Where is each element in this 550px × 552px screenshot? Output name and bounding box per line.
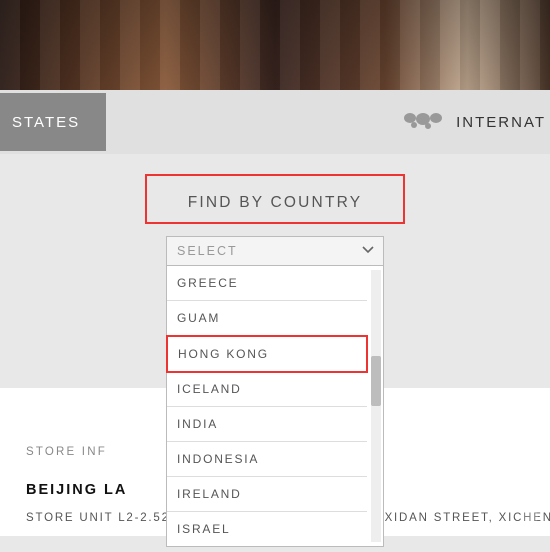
option-label: ICELAND [177, 382, 242, 396]
tab-states[interactable]: STATES [0, 93, 106, 151]
option-label: IRELAND [177, 487, 242, 501]
country-option[interactable]: ICELAND [167, 372, 367, 407]
tab-bar: STATES INTERNAT [0, 90, 550, 154]
watermark [520, 508, 542, 526]
weibo-icon [520, 508, 538, 526]
world-map-icon [400, 108, 446, 136]
country-option-hongkong[interactable]: HONG KONG [166, 335, 368, 373]
option-label: INDIA [177, 417, 218, 431]
country-select[interactable]: SELECT [166, 236, 384, 266]
option-label: GREECE [177, 276, 238, 290]
tab-states-label: STATES [12, 114, 80, 131]
country-option[interactable]: ISRAEL [167, 512, 367, 546]
find-by-country-heading-box: FIND BY COUNTRY [145, 174, 405, 224]
country-option[interactable]: INDIA [167, 407, 367, 442]
find-by-country-heading: FIND BY COUNTRY [155, 194, 395, 212]
hero-image [0, 0, 550, 90]
dropdown-scrollbar[interactable] [371, 270, 381, 542]
tab-international-label: INTERNAT [456, 114, 546, 131]
option-label: INDONESIA [177, 452, 259, 466]
chevron-down-icon [361, 242, 375, 261]
country-option[interactable]: GREECE [167, 266, 367, 301]
scrollbar-thumb[interactable] [371, 356, 381, 406]
country-dropdown: GREECE GUAM HONG KONG ICELAND INDIA INDO… [166, 266, 384, 547]
country-option[interactable]: IRELAND [167, 477, 367, 512]
country-select-placeholder: SELECT [177, 244, 238, 258]
option-label: GUAM [177, 311, 220, 325]
tab-international[interactable]: INTERNAT [400, 108, 550, 136]
country-option[interactable]: INDONESIA [167, 442, 367, 477]
option-label: ISRAEL [177, 522, 231, 536]
option-label: HONG KONG [178, 347, 269, 361]
country-option[interactable]: GUAM [167, 301, 367, 336]
